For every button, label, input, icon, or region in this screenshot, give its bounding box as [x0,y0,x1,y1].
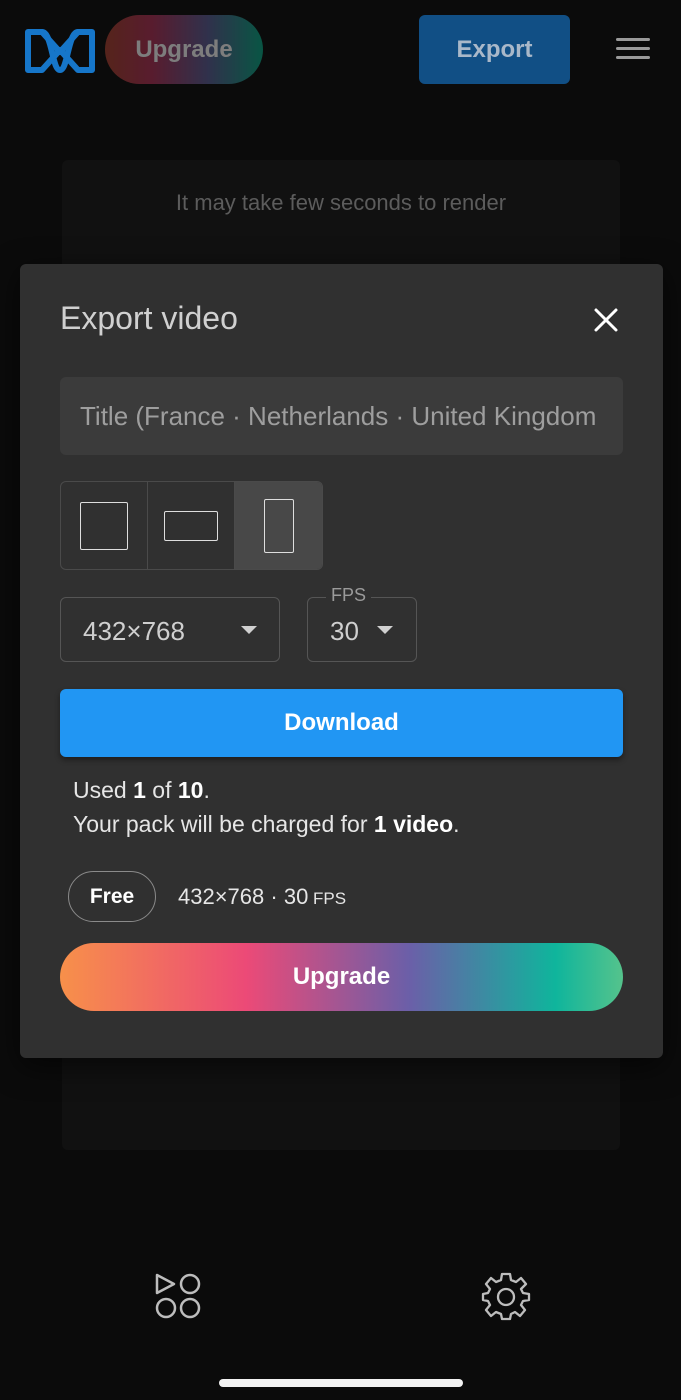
header-upgrade-label: Upgrade [135,35,233,63]
usage-prefix: Used [73,777,134,803]
resolution-select[interactable]: 432×768 [60,597,280,662]
close-icon[interactable] [590,304,622,336]
render-message: It may take few seconds to render [175,190,507,215]
export-button[interactable]: Export [419,15,570,84]
charge-suffix: . [453,811,460,837]
dialog-title: Export video [60,300,238,336]
usage-of: of [145,777,178,803]
usage-total: 10 [177,777,204,803]
usage-used: 1 [133,777,146,803]
infinity-logo-icon[interactable] [22,22,98,80]
charge-amount: 1 video [373,811,454,837]
video-title-field[interactable] [60,377,623,455]
plan-badge: Free [68,871,156,922]
usage-info: Used 1 of 10. Your pack will be charged … [73,773,460,841]
top-bar: Upgrade Export [0,0,681,100]
aspect-landscape-button[interactable] [148,482,235,569]
plan-fps-unit: FPS [308,889,347,908]
resolution-value: 432×768 [83,616,185,646]
aspect-portrait-button[interactable] [235,482,322,569]
gear-icon[interactable] [481,1271,531,1321]
upgrade-label: Upgrade [292,963,391,990]
usage-period: . [203,777,210,803]
app-screen: Upgrade Export It may take few seconds t… [0,0,681,1400]
home-indicator [219,1379,463,1387]
chevron-down-icon [377,626,393,634]
chevron-down-icon [241,626,257,634]
fps-label: FPS [326,585,372,606]
plan-limits: 432×768 · 30 FPS [178,884,346,910]
square-ratio-icon [80,501,128,550]
export-label: Export [456,35,533,63]
plan-badge-label: Free [89,884,135,908]
download-button[interactable]: Download [60,689,623,757]
portrait-ratio-icon [263,498,294,553]
export-video-dialog: Export video 432×768 FPS 30 [20,264,663,1058]
shapes-templates-icon[interactable] [153,1271,203,1321]
landscape-ratio-icon [164,510,218,541]
hamburger-menu-icon[interactable] [616,38,650,64]
header-upgrade-button[interactable]: Upgrade [105,15,263,84]
aspect-square-button[interactable] [61,482,148,569]
video-title-input[interactable] [60,377,623,455]
fps-value: 30 [330,616,359,646]
charge-line: Your pack will be charged for 1 video. [73,807,460,841]
usage-line: Used 1 of 10. [73,773,460,807]
plan-fps-value: 30 [283,884,309,909]
upgrade-button[interactable]: Upgrade [60,943,623,1011]
download-label: Download [284,709,399,736]
plan-resolution: 432×768 [178,884,265,909]
fps-select[interactable]: FPS 30 [307,585,417,662]
plan-separator: · [264,884,284,909]
charge-prefix: Your pack will be charged for [73,811,374,837]
aspect-ratio-toggle [60,481,323,570]
